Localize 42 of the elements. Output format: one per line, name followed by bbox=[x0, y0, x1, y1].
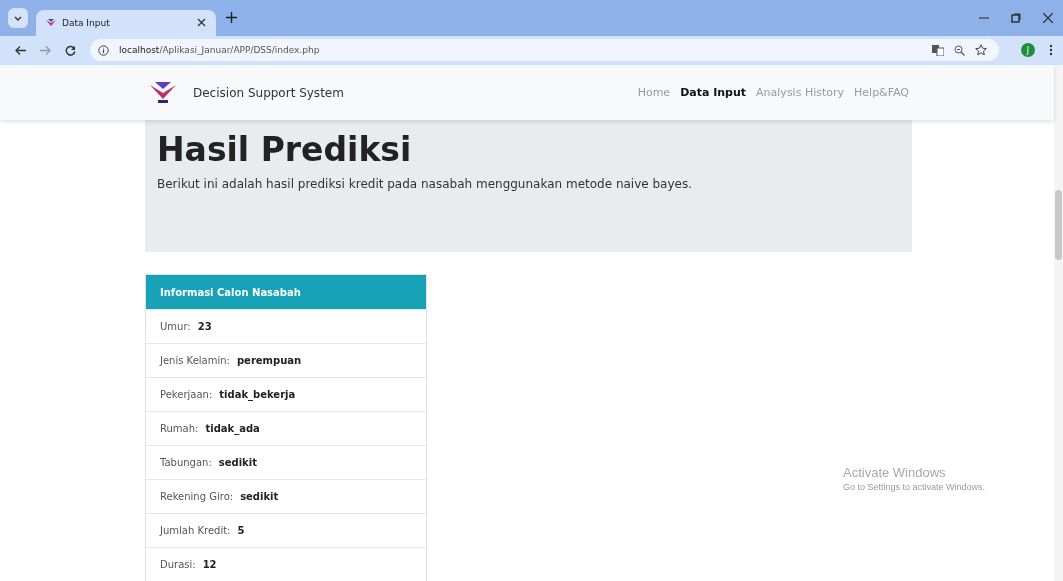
restore-icon[interactable] bbox=[1011, 12, 1021, 23]
address-field[interactable]: localhost/Aplikasi_Januar/APP/DSS/index.php bbox=[90, 39, 999, 62]
field-label: Tabungan: bbox=[160, 457, 212, 468]
activation-message: Go to Settings to activate Windows. bbox=[843, 482, 986, 492]
menu-icon[interactable] bbox=[1049, 44, 1053, 57]
page-title: Hasil Prediksi bbox=[157, 130, 413, 169]
browser-tab[interactable]: Data Input bbox=[36, 9, 216, 36]
new-tab-icon[interactable] bbox=[226, 12, 237, 24]
field-value: tidak_bekerja bbox=[219, 389, 296, 400]
translate-icon[interactable] bbox=[932, 44, 944, 56]
field-label: Durasi: bbox=[160, 559, 196, 570]
nav-link[interactable]: Data Input bbox=[680, 86, 747, 99]
tab-search-button[interactable] bbox=[8, 7, 28, 28]
field-value: 12 bbox=[202, 559, 217, 570]
field-value: sedikit bbox=[218, 457, 257, 468]
back-icon[interactable] bbox=[15, 44, 26, 56]
brand-name[interactable]: Decision Support System bbox=[193, 85, 344, 100]
field-value: perempuan bbox=[236, 355, 302, 366]
close-icon[interactable] bbox=[1043, 12, 1053, 23]
zoom-icon[interactable] bbox=[954, 44, 965, 56]
logo-icon[interactable] bbox=[150, 80, 176, 105]
activation-title: Activate Windows bbox=[843, 465, 947, 480]
profile-avatar[interactable]: J bbox=[1021, 43, 1035, 58]
reload-icon[interactable] bbox=[65, 44, 76, 56]
field-label: Jenis Kelamin: bbox=[160, 355, 230, 366]
star-icon[interactable] bbox=[975, 44, 987, 57]
field-label: Rekening Giro: bbox=[160, 491, 234, 502]
field-value: sedikit bbox=[240, 491, 279, 502]
field-label: Umur: bbox=[160, 321, 191, 332]
field-value: 23 bbox=[197, 321, 212, 332]
field-label: Pekerjaan: bbox=[160, 389, 213, 400]
card-header: Informasi Calon Nasabah bbox=[146, 275, 426, 309]
tab-title: Data Input bbox=[62, 17, 111, 28]
field-label: Rumah: bbox=[160, 423, 199, 434]
logo-icon bbox=[46, 17, 56, 28]
field-label: Jumlah Kredit: bbox=[160, 525, 231, 536]
scrollbar-thumb[interactable] bbox=[1055, 190, 1062, 260]
close-icon[interactable] bbox=[197, 18, 206, 28]
field-value: tidak_ada bbox=[205, 423, 260, 434]
field-value: 5 bbox=[237, 525, 245, 536]
page-description: Berikut ini adalah hasil prediksi kredit pada nasabah menggunakan metode naive bayes. bbox=[157, 177, 693, 191]
info-icon bbox=[98, 44, 109, 56]
